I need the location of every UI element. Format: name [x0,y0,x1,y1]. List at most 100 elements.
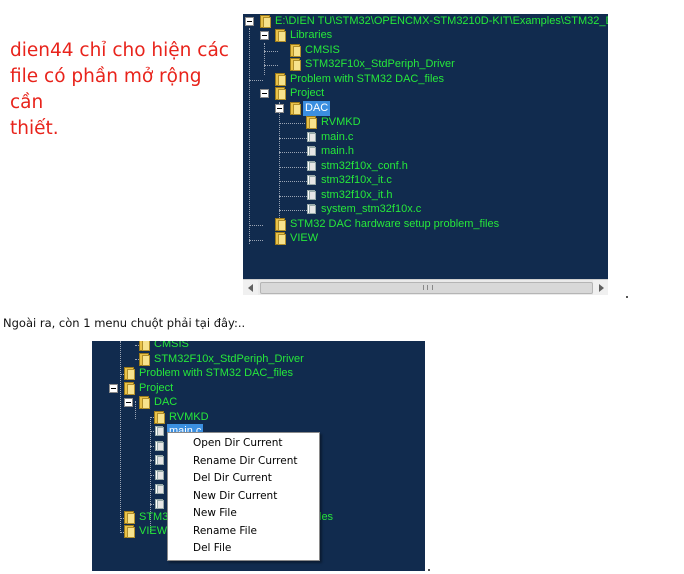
tree-item-file[interactable] [92,468,172,483]
folder-icon [275,218,286,231]
menu-item-rename-dir[interactable]: Rename Dir Current [193,453,298,470]
collapse-icon[interactable] [124,398,133,407]
file-icon [307,190,316,201]
folder-icon [124,382,135,395]
file-icon [307,132,316,143]
folder-icon [275,73,286,86]
tree-item-root[interactable]: E:\DIEN TU\STM32\OPENCMX-STM3210D-KIT\Ex… [243,14,608,29]
folder-icon [139,396,150,409]
folder-icon [290,44,301,57]
folder-icon [306,116,317,129]
tree-item-label: stm32f10x_conf.h [321,160,408,172]
tree-item-label: STM32F10x_StdPeriph_Driver [154,353,304,365]
tree-item-problem-files[interactable]: Problem with STM32 DAC_files [243,72,608,87]
tree-item-libraries[interactable]: Libraries [243,28,608,43]
tree-item-label: CMSIS [154,341,189,350]
tree-item-label: Problem with STM32 DAC_files [139,367,294,379]
tree-item-stdperiph[interactable]: STM32F10x_StdPeriph_Driver [243,57,608,72]
file-icon [155,470,164,481]
context-menu[interactable]: Open Dir Current Rename Dir Current Del … [167,432,320,561]
tree-item-label: E:\DIEN TU\STM32\OPENCMX-STM3210D-KIT\Ex… [275,15,608,27]
tree-item-rvmkd[interactable]: RVMKD [92,410,425,425]
menu-item-del-dir[interactable]: Del Dir Current [193,470,272,487]
tree-item-dac[interactable]: DAC [243,101,608,116]
tree-item-label-partial: STM3 [139,511,169,523]
folder-icon [139,341,150,351]
tree-item-stdperiph[interactable]: STM32F10x_StdPeriph_Driver [92,352,425,367]
folder-icon [124,367,135,380]
collapse-icon[interactable] [275,104,284,113]
file-icon [155,499,164,510]
tree-item-label: CMSIS [305,44,340,56]
tree-item-dac[interactable]: DAC [92,395,425,410]
tree-item-label-selected: DAC [303,101,331,116]
tree-item-it-h[interactable]: stm32f10x_it.h [243,188,608,203]
folder-icon [290,58,301,71]
caption-text: Ngoài ra, còn 1 menu chuột phải tại đây:… [3,316,246,330]
folder-icon [290,102,301,115]
note-line-3: thiết. [10,118,59,139]
grip-icon [422,285,433,290]
tree-item-system-c[interactable]: system_stm32f10x.c [243,202,608,217]
scrollbar-thumb[interactable] [260,282,593,294]
tree-item-conf-h[interactable]: stm32f10x_conf.h [243,159,608,174]
tree-item-hw-setup[interactable]: STM32 DAC hardware setup problem_files [243,217,608,232]
tree-item-project[interactable]: Project [92,381,425,396]
folder-icon [124,511,135,524]
menu-item-del-file[interactable]: Del File [193,540,231,557]
tree-item-project[interactable]: Project [243,86,608,101]
folder-icon [260,15,271,28]
collapse-icon[interactable] [260,89,269,98]
tree-item-view[interactable]: VIEW [243,231,608,246]
tree-item-label: Libraries [290,29,333,41]
file-icon [307,146,316,157]
tree-item-label: Project [139,382,174,394]
folder-icon [139,353,150,366]
scroll-right-arrow-icon[interactable] [593,280,608,295]
folder-icon [124,525,135,538]
file-icon [155,426,164,437]
collapse-icon[interactable] [109,384,118,393]
menu-item-rename-file[interactable]: Rename File [193,523,257,540]
folder-icon [154,411,165,424]
tree-item-main-h[interactable]: main.h [243,144,608,159]
tree-item-label: VIEW [290,232,319,244]
note-line-2: file có phần mở rộng cần [10,66,202,113]
folder-icon [275,87,286,100]
folder-icon [275,232,286,245]
tree-item-label: stm32f10x_it.c [321,174,392,186]
tree-item-label: STM32 DAC hardware setup problem_files [290,218,500,230]
tree-item-cmsis[interactable]: CMSIS [92,341,425,352]
tree-item-label: STM32F10x_StdPeriph_Driver [305,58,455,70]
tree-item-label: system_stm32f10x.c [321,203,422,215]
collapse-icon[interactable] [260,31,269,40]
collapse-icon[interactable] [245,17,254,26]
tree-item-file[interactable] [92,453,172,468]
file-icon [155,484,164,495]
tree-item-main-c[interactable]: main.c [243,130,608,145]
tree-item-label-partial: les [319,511,334,523]
tree-item-label: main.c [321,131,354,143]
file-icon [155,441,164,452]
tree-item-label: RVMKD [169,411,209,423]
tree-item-cmsis[interactable]: CMSIS [243,43,608,58]
menu-item-new-dir[interactable]: New Dir Current [193,488,277,505]
folder-icon [275,29,286,42]
menu-item-open-dir[interactable]: Open Dir Current [193,435,282,452]
horizontal-scrollbar[interactable] [243,279,608,295]
tree-item-rvmkd[interactable]: RVMKD [243,115,608,130]
tree-item-it-c[interactable]: stm32f10x_it.c [243,173,608,188]
menu-item-new-file[interactable]: New File [193,505,237,522]
file-icon [307,161,316,172]
tree-item-label: Project [290,87,325,99]
tree-item-label: DAC [154,396,178,408]
tree-item-problem-files[interactable]: Problem with STM32 DAC_files [92,366,425,381]
file-icon [155,455,164,466]
scroll-left-arrow-icon[interactable] [243,280,258,295]
file-tree-panel[interactable]: E:\DIEN TU\STM32\OPENCMX-STM3210D-KIT\Ex… [243,14,608,279]
image-edge-mark [626,296,628,298]
annotation-note: dien44 chỉ cho hiện các file có phần mở … [10,38,240,142]
tree-item-label: Problem with STM32 DAC_files [290,73,445,85]
tree-item-file[interactable] [92,482,172,497]
tree-item-file[interactable] [92,439,172,454]
